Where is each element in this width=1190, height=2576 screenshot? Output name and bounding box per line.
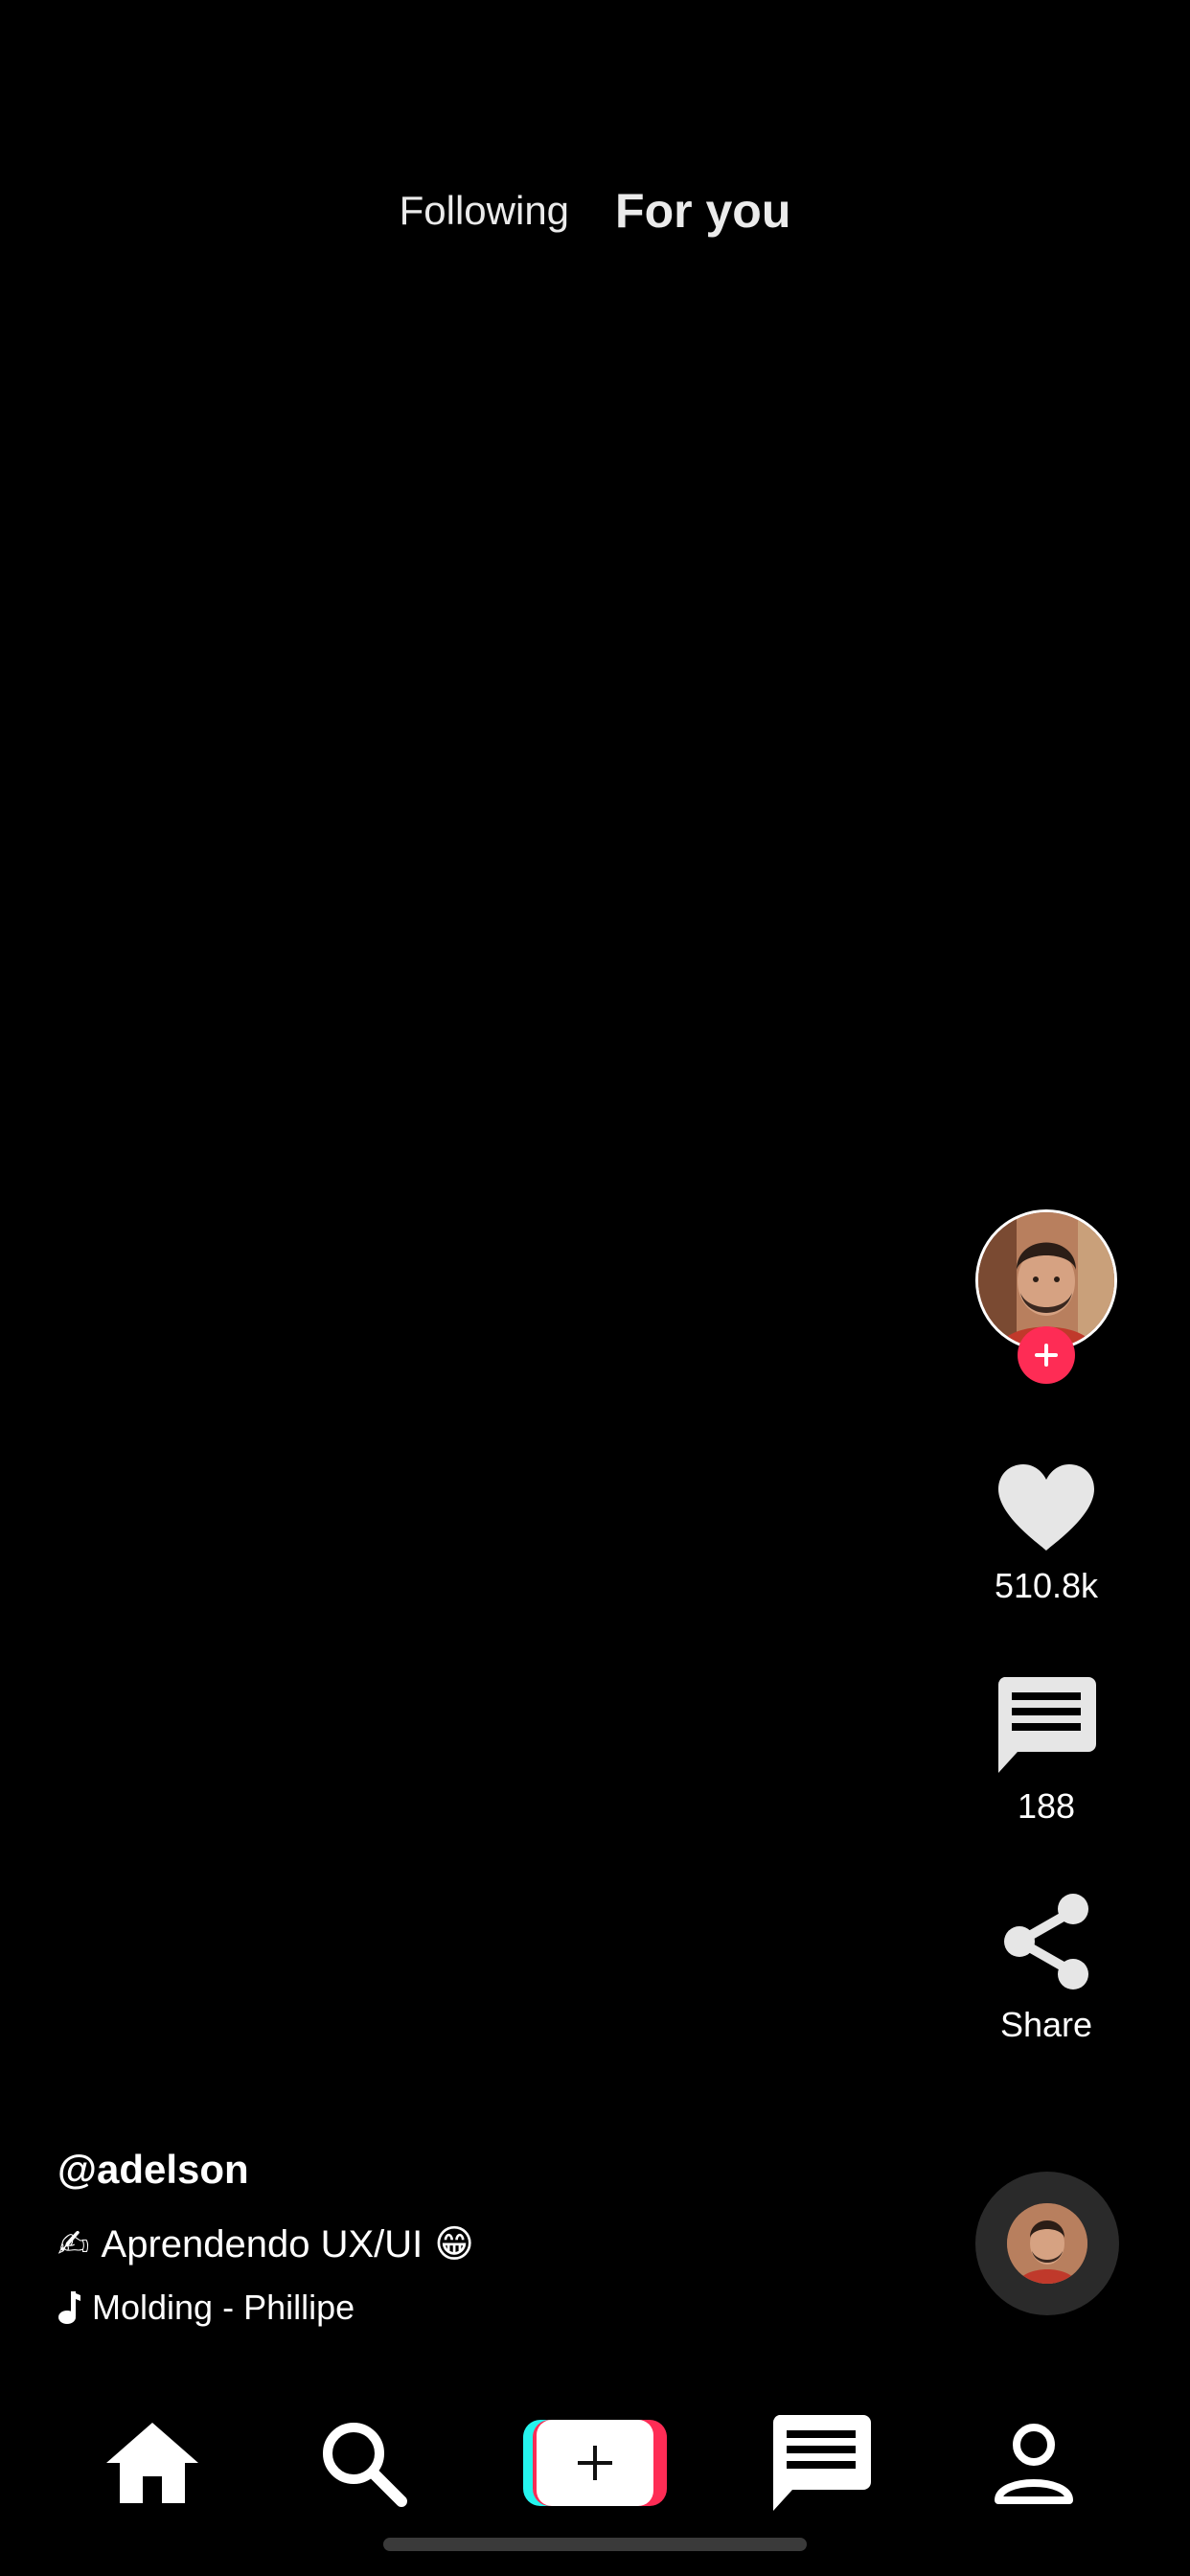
nav-inbox[interactable] [768,2415,874,2511]
profile-icon [995,2424,1073,2504]
creator-username[interactable]: @adelson [57,2147,920,2193]
follow-button[interactable] [1018,1326,1075,1384]
music-info[interactable]: Molding - Phillipe [57,2287,920,2329]
heart-icon [998,1464,1094,1551]
home-indicator[interactable] [383,2538,807,2551]
grin-emoji: 😁 [434,2223,474,2266]
video-caption: @adelson ✍ Aprendendo UX/UI 😁 Molding - … [57,2147,920,2329]
description-text: Aprendendo UX/UI [101,2222,423,2266]
comment-button[interactable]: 188 [968,1677,1125,1827]
music-title: Molding - Phillipe [92,2288,355,2327]
share-label: Share [999,2005,1093,2044]
create-icon [578,2446,612,2480]
comment-count: 188 [1017,1786,1076,1826]
record-avatar [1007,2203,1087,2284]
tab-following[interactable]: Following [400,191,569,231]
like-count: 510.8k [994,1566,1099,1605]
share-button[interactable]: Share [968,1892,1125,2045]
search-icon [323,2423,407,2507]
create-button[interactable] [523,2420,667,2506]
bottom-nav [0,2396,1190,2530]
create-plate [537,2420,653,2506]
record-portrait [1007,2203,1087,2284]
nav-profile[interactable] [981,2415,1087,2511]
nav-home[interactable] [100,2415,205,2511]
comment-icon [997,1677,1096,1773]
tab-for-you[interactable]: For you [615,187,790,235]
nav-search[interactable] [310,2415,416,2511]
like-button[interactable]: 510.8k [968,1462,1125,1606]
music-record[interactable] [975,2172,1119,2315]
feed-tabs: Following For you [0,182,1190,240]
video-description: ✍ Aprendendo UX/UI 😁 [57,2221,920,2267]
share-icon [1004,1894,1088,1990]
music-note-icon [58,2291,80,2324]
nav-create[interactable] [523,2415,667,2511]
inbox-icon [772,2415,871,2511]
writing-hand-emoji: ✍ [57,2223,90,2266]
plus-icon [1035,1344,1058,1367]
home-icon [106,2423,198,2503]
